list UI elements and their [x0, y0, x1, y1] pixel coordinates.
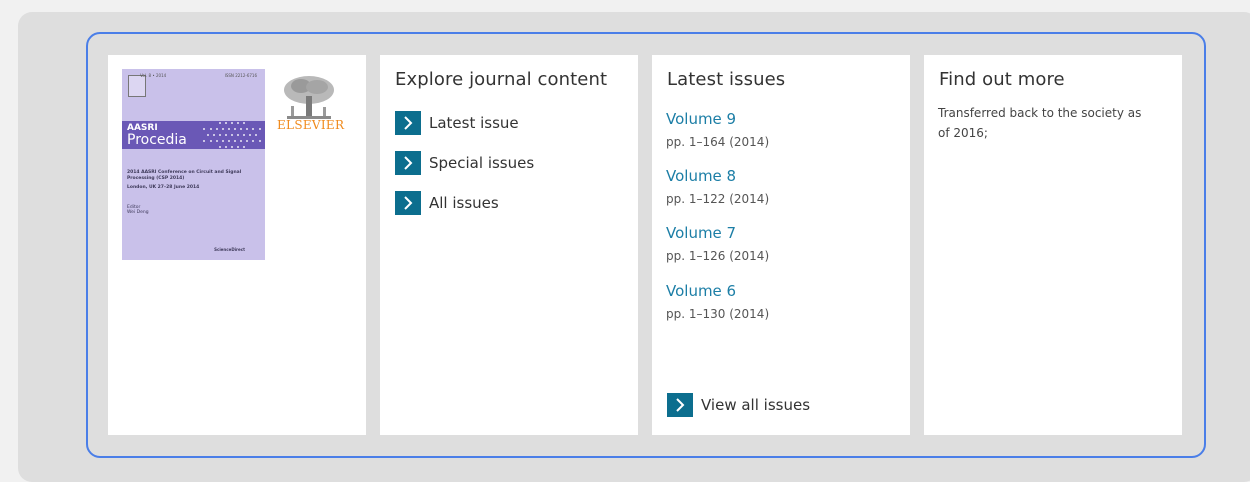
- explore-title: Explore journal content: [395, 69, 608, 90]
- cover-editor-name: Wei Deng: [127, 210, 149, 215]
- latest-issues-title: Latest issues: [667, 69, 786, 90]
- volume-link[interactable]: Volume 8: [666, 167, 736, 185]
- journal-cover-image[interactable]: Vol. 8 • 2014 ISSN 2212-6716 AASRI Proce…: [122, 69, 265, 260]
- all-issues-label: All issues: [429, 194, 499, 212]
- explore-journal-card: Explore journal content Latest issue Spe…: [380, 55, 638, 435]
- all-issues-link[interactable]: All issues: [395, 191, 499, 215]
- chevron-right-icon: [395, 111, 421, 135]
- volume-link[interactable]: Volume 6: [666, 282, 736, 300]
- volume-pages: pp. 1–122 (2014): [666, 192, 770, 206]
- special-issues-label: Special issues: [429, 154, 535, 172]
- chevron-right-icon: [395, 191, 421, 215]
- latest-issue-link[interactable]: Latest issue: [395, 111, 519, 135]
- dot-pattern-icon: [203, 122, 261, 148]
- latest-issues-card: Latest issues Volume 9 pp. 1–164 (2014) …: [652, 55, 910, 435]
- publisher-name: ELSEVIER: [277, 118, 345, 132]
- special-issues-link[interactable]: Special issues: [395, 151, 534, 175]
- volume-pages: pp. 1–130 (2014): [666, 307, 770, 321]
- journal-cover-card: Vol. 8 • 2014 ISSN 2212-6716 AASRI Proce…: [108, 55, 366, 435]
- chevron-right-icon: [667, 393, 693, 417]
- cover-issn-line: ISSN 2212-6716: [224, 73, 257, 78]
- volume-link[interactable]: Volume 7: [666, 224, 736, 242]
- cover-editor: Editor Wei Deng: [127, 205, 149, 215]
- find-out-more-card: Find out more Transferred back to the so…: [924, 55, 1182, 435]
- cover-footer-mark: ScienceDirect: [214, 247, 245, 252]
- find-out-more-text: Transferred back to the society as of 20…: [938, 106, 1142, 140]
- find-out-more-title: Find out more: [939, 69, 1065, 90]
- latest-issue-label: Latest issue: [429, 114, 519, 132]
- cover-volume-line: Vol. 8 • 2014: [140, 73, 167, 78]
- publisher-emblem-icon: [128, 75, 146, 97]
- cover-journal-line2: Procedia: [127, 132, 187, 148]
- chevron-right-icon: [395, 151, 421, 175]
- view-all-issues-link[interactable]: View all issues: [667, 393, 810, 417]
- cover-conference-title: 2014 AASRI Conference on Circuit and Sig…: [127, 170, 242, 181]
- volume-pages: pp. 1–126 (2014): [666, 249, 770, 263]
- view-all-issues-label: View all issues: [701, 396, 811, 414]
- volume-link[interactable]: Volume 9: [666, 110, 736, 128]
- volume-pages: pp. 1–164 (2014): [666, 135, 770, 149]
- cover-location-dates: London, UK 27–28 June 2014: [127, 185, 200, 190]
